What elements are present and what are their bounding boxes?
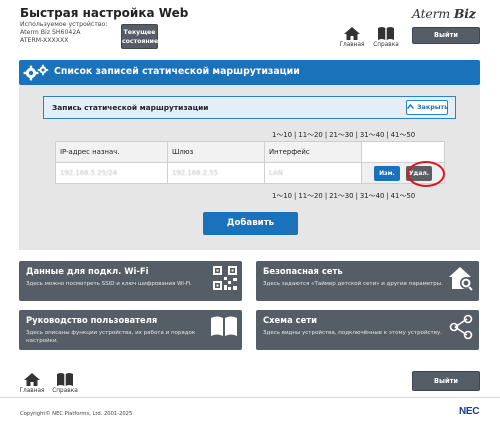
nec-logo: NEC	[459, 406, 480, 417]
add-button[interactable]: Добавить	[203, 212, 298, 235]
column-interface: Интерфейс	[264, 141, 362, 163]
logout-button-bottom[interactable]: Выйти	[412, 371, 480, 391]
entry-section-header: Запись статической маршрутизации Закрыть	[43, 96, 456, 119]
chevron-up-icon	[406, 101, 415, 114]
help-button-bottom[interactable]: Справка	[52, 372, 78, 394]
page-link-1-10[interactable]: 1～10	[272, 131, 292, 139]
qr-code-icon	[213, 266, 237, 290]
book-icon	[57, 373, 73, 386]
page-title-bar: Список записей статической маршрутизации	[19, 60, 480, 85]
column-destination-ip: IP-адрес назнач.	[55, 141, 168, 163]
page-title: Список записей статической маршрутизации	[54, 66, 300, 77]
gears-icon	[23, 64, 49, 81]
footer-divider	[0, 397, 500, 398]
device-id: ATERM-XXXXXX	[20, 37, 69, 45]
device-label: Используемое устройство:	[20, 21, 108, 28]
home-button-bottom[interactable]: Главная	[19, 372, 45, 394]
tile-wifi-info[interactable]: Данные для подкл. Wi-Fi Здесь можно посм…	[19, 261, 242, 301]
entry-section-title: Запись статической маршрутизации	[52, 103, 209, 112]
tile-safe-network[interactable]: Безопасная сеть Здесь задаются «Таймер д…	[256, 261, 479, 301]
home-icon	[344, 27, 360, 40]
app-title: Быстрая настройка Web	[20, 6, 189, 20]
house-shield-icon	[449, 267, 473, 291]
book-icon	[378, 27, 394, 40]
route-actions: Изм. Удал.	[361, 162, 445, 184]
home-button[interactable]: Главная	[339, 26, 365, 48]
delete-button[interactable]: Удал.	[406, 165, 432, 181]
home-icon	[24, 373, 40, 386]
close-section-button[interactable]: Закрыть	[406, 100, 448, 115]
route-gateway: 192.168.2.55	[167, 162, 265, 184]
table-row: 192.168.5.25/24 192.168.2.55 LAN Изм. Уда…	[55, 162, 445, 184]
page-link-11-20[interactable]: 11～20	[298, 192, 322, 200]
page-link-21-30[interactable]: 21～30	[329, 131, 353, 139]
route-interface: LAN	[264, 162, 362, 184]
column-actions	[361, 141, 445, 163]
logout-button-top[interactable]: Выйти	[412, 27, 480, 44]
column-gateway: Шлюз	[167, 141, 265, 163]
page-link-21-30[interactable]: 21～30	[329, 192, 353, 200]
pagination-top: 1～10 | 11～20 | 21～30 | 31～40 | 41～50	[272, 131, 416, 139]
device-info: Используемое устройство: Aterm Biz SH604…	[20, 21, 107, 46]
open-book-icon	[211, 316, 237, 336]
route-destination-ip: 192.168.5.25/24	[55, 162, 168, 184]
page-link-31-40[interactable]: 31～40	[360, 192, 384, 200]
edit-button[interactable]: Изм.	[374, 165, 400, 181]
brand-logo: Aterm Biz	[412, 6, 476, 21]
page-link-11-20[interactable]: 11～20	[298, 131, 322, 139]
page-link-41-50[interactable]: 41～50	[391, 131, 415, 139]
page-link-41-50[interactable]: 41～50	[391, 192, 415, 200]
network-share-icon	[449, 314, 473, 340]
help-button[interactable]: Справка	[373, 26, 399, 48]
device-model: Aterm Biz SH6042A	[20, 29, 81, 37]
page-header: Быстрая настройка Web Используемое устро…	[0, 0, 500, 52]
page-link-1-10[interactable]: 1～10	[272, 192, 292, 200]
copyright-text: Copyright© NEC Platforms, Ltd. 2001-2025	[20, 411, 133, 417]
page-link-31-40[interactable]: 31～40	[360, 131, 384, 139]
current-state-button[interactable]: Текущее состояние	[121, 24, 158, 49]
tile-user-manual[interactable]: Руководство пользователя Здесь описаны ф…	[19, 310, 242, 350]
routes-table: IP-адрес назнач. Шлюз Интерфейс 192.168.…	[55, 141, 445, 184]
table-header-row: IP-адрес назнач. Шлюз Интерфейс	[55, 141, 445, 163]
tile-network-map[interactable]: Схема сети Здесь видны устройства, подкл…	[256, 310, 479, 350]
pagination-bottom: 1～10 | 11～20 | 21～30 | 31～40 | 41～50	[272, 192, 416, 200]
